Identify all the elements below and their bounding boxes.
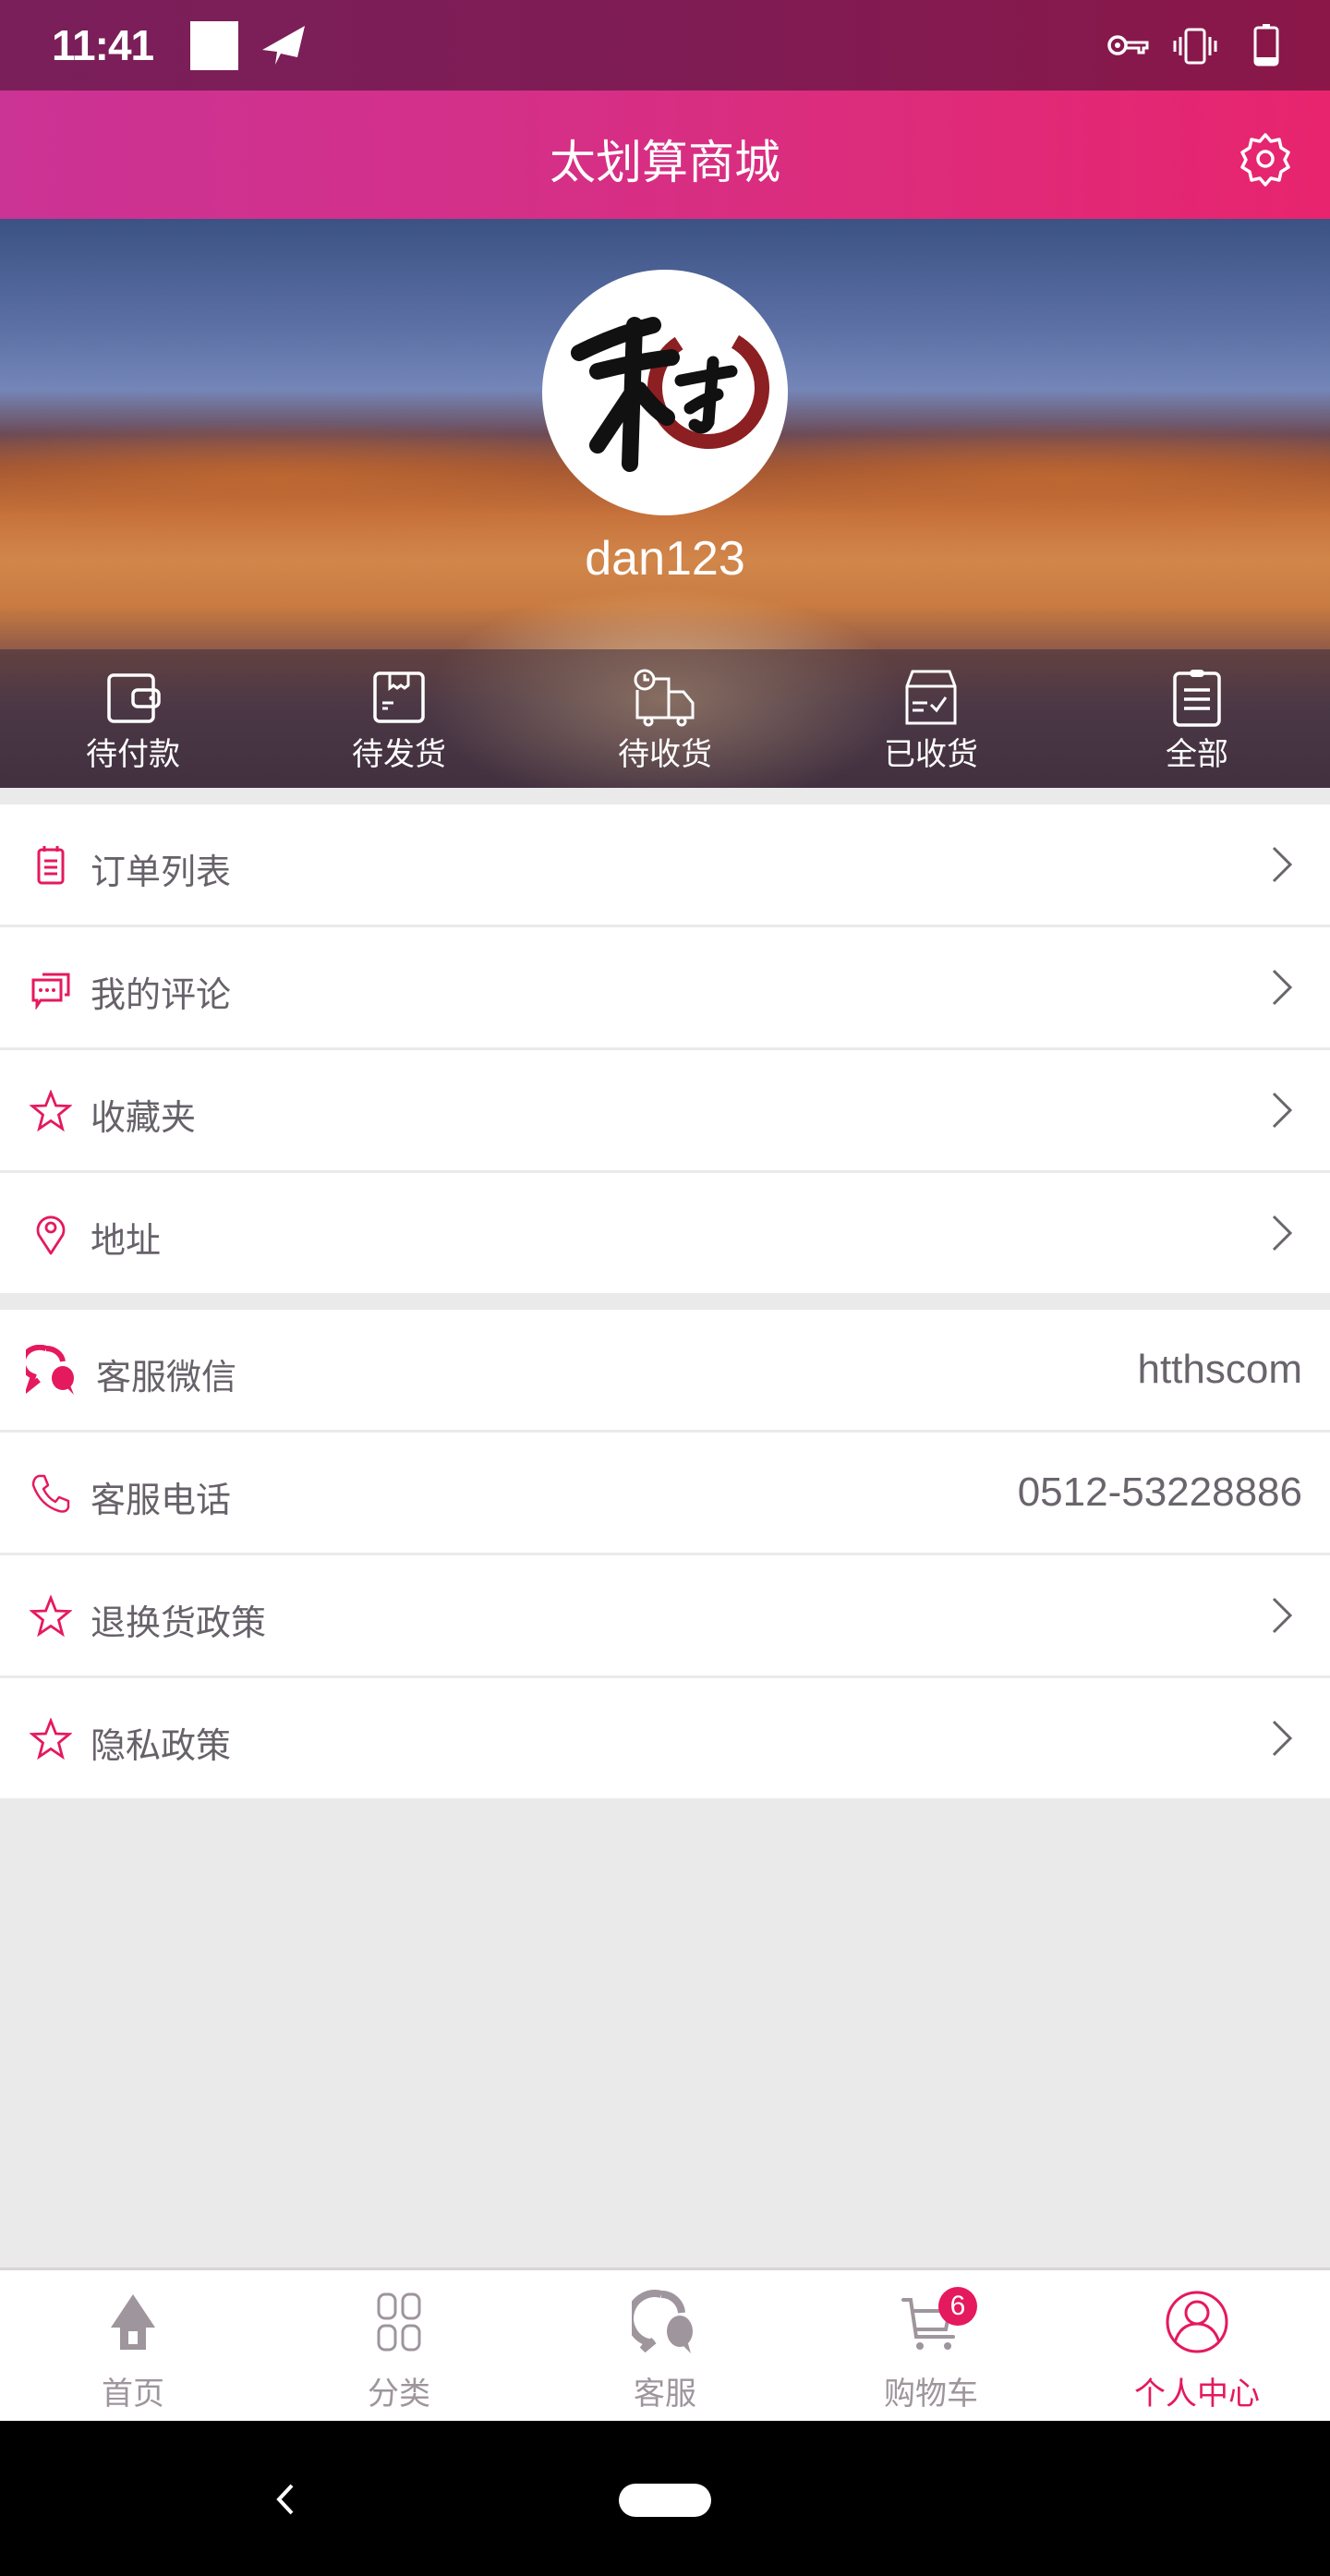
order-received[interactable]: 已收货: [798, 649, 1064, 788]
service-phone-value[interactable]: 0512-53228886: [1018, 1469, 1302, 1516]
wallet-icon: [107, 673, 161, 723]
phone-icon: [31, 1474, 70, 1513]
nav-cart[interactable]: 6 购物车: [798, 2270, 1064, 2421]
order-label: 待付款: [86, 736, 180, 773]
wechat-id-value: htthscom: [1137, 1347, 1302, 1392]
nav-category[interactable]: 分类: [266, 2270, 532, 2421]
received-box-icon: [905, 670, 957, 725]
avatar-logo-icon: [571, 317, 769, 472]
chevron-right-icon: [1272, 1092, 1293, 1129]
chevron-right-icon: [1272, 969, 1293, 1006]
nav-home[interactable]: 首页: [0, 2270, 266, 2421]
menu-item-privacy-policy[interactable]: 隐私政策: [0, 1678, 1330, 1798]
nav-label: 分类: [368, 2376, 430, 2413]
clipboard-icon: [1173, 670, 1221, 727]
package-icon: [373, 671, 425, 723]
order-label: 待收货: [618, 736, 712, 773]
location-pin-icon: [36, 1215, 66, 1255]
cart-count-badge: 6: [938, 2287, 977, 2326]
order-pending-shipment[interactable]: 待发货: [266, 649, 532, 788]
star-icon: [30, 1090, 72, 1132]
star-icon: [30, 1718, 72, 1760]
menu-label: 我的评论: [91, 974, 232, 1015]
delivery-truck-icon: [634, 669, 695, 727]
customer-service-icon: [632, 2290, 693, 2353]
menu-item-service-wechat[interactable]: 客服微信 htthscom: [0, 1310, 1330, 1430]
chevron-right-icon: [1272, 1215, 1293, 1252]
order-status-bar: 待付款 待发货 待收货 已收货 全部: [0, 649, 1330, 788]
menu-group-account: 订单列表 我的评论 收藏夹 地址: [0, 804, 1330, 1293]
menu-item-address[interactable]: 地址: [0, 1173, 1330, 1293]
status-time: 11:41: [52, 21, 154, 69]
chevron-right-icon: [1272, 1597, 1293, 1634]
profile-hero: dan123 待付款 待发货 待收货 已收货 全部: [0, 219, 1330, 788]
menu-label: 客服微信: [96, 1357, 237, 1397]
menu-item-favorites[interactable]: 收藏夹: [0, 1050, 1330, 1170]
status-bar: 11:41: [0, 0, 1330, 91]
menu-item-return-policy[interactable]: 退换货政策: [0, 1555, 1330, 1675]
menu-item-my-comments[interactable]: 我的评论: [0, 927, 1330, 1047]
gear-icon[interactable]: [1238, 131, 1293, 187]
order-all[interactable]: 全部: [1064, 649, 1330, 788]
menu-label: 退换货政策: [91, 1602, 267, 1643]
page-title: 太划算商城: [550, 136, 780, 189]
vibrate-icon: [1173, 28, 1217, 65]
send-icon: [262, 26, 305, 65]
menu-label: 地址: [91, 1220, 162, 1261]
notification-square-icon: [190, 21, 238, 70]
battery-icon: [1253, 24, 1279, 67]
app-header: 太划算商城: [0, 91, 1330, 219]
order-label: 已收货: [884, 736, 978, 773]
menu-label: 收藏夹: [91, 1097, 197, 1138]
order-pending-payment[interactable]: 待付款: [0, 649, 266, 788]
username: dan123: [585, 532, 745, 586]
vpn-key-icon: [1107, 35, 1149, 55]
order-list-icon: [37, 846, 65, 885]
chevron-right-icon: [1272, 1720, 1293, 1757]
order-pending-receipt[interactable]: 待收货: [532, 649, 798, 788]
back-icon[interactable]: [273, 2484, 296, 2515]
comment-icon: [31, 973, 70, 1010]
nav-label: 客服: [634, 2376, 696, 2413]
menu-item-service-phone[interactable]: 客服电话 0512-53228886: [0, 1433, 1330, 1553]
menu-label: 客服电话: [91, 1480, 232, 1520]
category-grid-icon: [377, 2292, 421, 2352]
star-icon: [30, 1595, 72, 1638]
chevron-right-icon: [1272, 846, 1293, 883]
menu-label: 隐私政策: [91, 1725, 232, 1766]
nav-profile[interactable]: 个人中心: [1064, 2270, 1330, 2421]
order-label: 全部: [1166, 736, 1228, 773]
home-pill-button[interactable]: [619, 2484, 711, 2517]
chat-bubbles-icon: [26, 1345, 74, 1395]
bottom-nav: 首页 分类 客服 6 购物车 个人中心: [0, 2268, 1330, 2421]
home-icon: [111, 2294, 155, 2350]
user-icon: [1166, 2291, 1228, 2353]
menu-item-order-list[interactable]: 订单列表: [0, 804, 1330, 925]
avatar[interactable]: [542, 270, 788, 515]
order-label: 待发货: [352, 736, 446, 773]
nav-label: 个人中心: [1134, 2376, 1260, 2413]
system-nav-bar: [0, 2421, 1330, 2576]
menu-group-service: 客服微信 htthscom 客服电话 0512-53228886 退换货政策 隐…: [0, 1310, 1330, 1798]
nav-label: 首页: [102, 2376, 164, 2413]
nav-label: 购物车: [884, 2376, 978, 2413]
nav-customer-service[interactable]: 客服: [532, 2270, 798, 2421]
menu-label: 订单列表: [91, 852, 232, 892]
